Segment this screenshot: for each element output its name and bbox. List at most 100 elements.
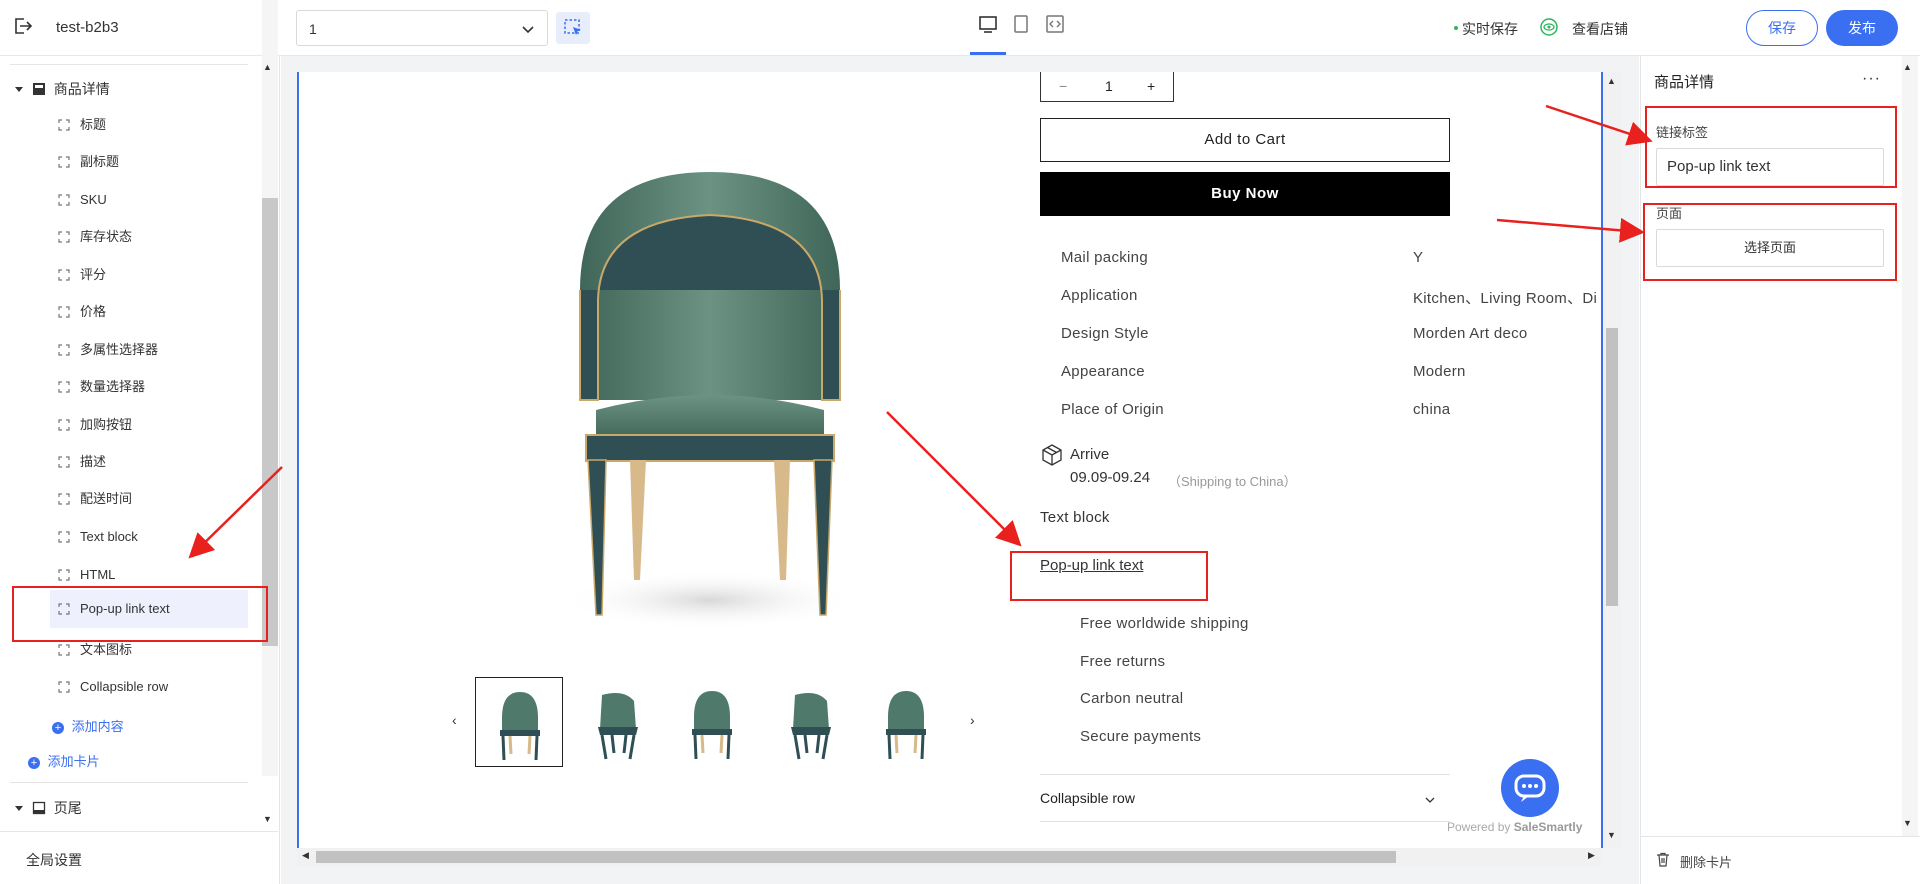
block-frame-icon xyxy=(58,644,70,656)
block-frame-icon xyxy=(58,194,70,206)
sidebar-block-label: 多属性选择器 xyxy=(80,342,159,357)
qty-value[interactable]: 1 xyxy=(1105,78,1113,94)
arrive-dates: 09.09-09.24 xyxy=(1070,469,1151,486)
add-content-link[interactable]: + 添加内容 xyxy=(52,716,124,735)
sidebar-block-item[interactable]: 配送时间 xyxy=(58,484,248,514)
scroll-left-arrow-icon[interactable]: ◀ xyxy=(302,850,309,861)
sidebar-block-item[interactable]: SKU xyxy=(58,185,248,215)
delete-card-button[interactable]: 删除卡片 xyxy=(1680,852,1732,871)
eye-icon xyxy=(1540,18,1558,36)
sidebar-block-item[interactable]: 描述 xyxy=(58,447,248,477)
product-thumbnail[interactable] xyxy=(765,677,853,767)
attribute-key: Mail packing xyxy=(1061,249,1148,266)
block-frame-icon xyxy=(58,419,70,431)
trash-icon[interactable] xyxy=(1656,852,1670,867)
block-frame-icon xyxy=(58,681,70,693)
left-bottom-divider xyxy=(0,831,278,832)
sidebar-block-label: 加购按钮 xyxy=(80,417,133,432)
sidebar-block-label: 副标题 xyxy=(80,154,120,169)
scroll-up-arrow-icon[interactable]: ▲ xyxy=(1903,62,1912,72)
block-frame-icon xyxy=(58,344,70,356)
product-thumbnail[interactable] xyxy=(475,677,563,767)
sidebar-block-label: 价格 xyxy=(80,304,107,319)
block-frame-icon xyxy=(58,493,70,505)
package-icon xyxy=(1042,444,1062,466)
chat-widget-button[interactable] xyxy=(1501,759,1559,817)
quantity-stepper[interactable]: − 1 + xyxy=(1040,72,1174,102)
left-top-divider xyxy=(10,64,248,65)
product-image[interactable] xyxy=(540,160,880,640)
attribute-key: Application xyxy=(1061,287,1138,304)
section-icon xyxy=(32,83,45,95)
sidebar-block-label: Collapsible row xyxy=(80,679,169,694)
product-details-section[interactable]: 商品详情 xyxy=(14,79,110,99)
feature-item: Free worldwide shipping xyxy=(1080,615,1249,632)
preview-vertical-scroll-thumb[interactable] xyxy=(1606,328,1618,606)
carousel-next-arrow[interactable]: › xyxy=(970,712,975,728)
product-thumbnail[interactable] xyxy=(668,677,756,767)
sidebar-block-item[interactable]: 库存状态 xyxy=(58,222,248,252)
attribute-value: china xyxy=(1413,401,1451,418)
block-frame-icon xyxy=(58,569,70,581)
exit-icon[interactable] xyxy=(10,14,34,38)
block-frame-icon xyxy=(58,381,70,393)
chevron-down-icon[interactable] xyxy=(1424,794,1436,806)
select-cursor-icon xyxy=(564,19,581,35)
product-thumbnail[interactable] xyxy=(572,677,660,767)
page-select-value: 1 xyxy=(309,21,317,37)
scroll-right-arrow-icon[interactable]: ▶ xyxy=(1588,850,1595,861)
add-to-cart-button[interactable]: Add to Cart xyxy=(1040,118,1450,162)
global-settings-link[interactable]: 全局设置 xyxy=(26,850,82,870)
scroll-up-arrow-icon[interactable]: ▲ xyxy=(263,62,272,72)
scroll-down-arrow-icon[interactable]: ▼ xyxy=(263,814,272,824)
collapsible-divider-bottom xyxy=(1040,821,1450,822)
autosave-label[interactable]: 实时保存 xyxy=(1462,19,1518,39)
caret-down-icon xyxy=(15,87,23,92)
chair-thumbnail-image xyxy=(598,693,638,760)
block-frame-icon xyxy=(58,119,70,131)
chair-thumbnail-image xyxy=(500,692,540,761)
sidebar-block-item[interactable]: Collapsible row xyxy=(58,672,248,702)
desktop-view-icon[interactable] xyxy=(977,13,999,35)
add-content-label: 添加内容 xyxy=(71,719,124,734)
product-thumbnail[interactable] xyxy=(862,677,950,767)
scroll-up-arrow-icon[interactable]: ▲ xyxy=(1607,76,1616,86)
sidebar-block-item[interactable]: 副标题 xyxy=(58,147,248,177)
sidebar-block-item[interactable]: 加购按钮 xyxy=(58,410,248,440)
view-store-link[interactable]: 查看店铺 xyxy=(1572,19,1628,39)
scroll-down-arrow-icon[interactable]: ▼ xyxy=(1903,818,1912,828)
attribute-value: Kitchen、Living Room、Di xyxy=(1413,290,1598,307)
element-picker-button[interactable] xyxy=(556,12,590,44)
top-bar: test-b2b3 1 实时保存 查看店铺 保存 发布 xyxy=(0,0,1920,56)
sidebar-block-item[interactable]: 价格 xyxy=(58,297,248,327)
publish-button[interactable]: 发布 xyxy=(1826,10,1898,46)
page-select[interactable]: 1 xyxy=(296,10,548,46)
buy-now-button[interactable]: Buy Now xyxy=(1040,172,1450,216)
sidebar-block-label: 库存状态 xyxy=(80,229,133,244)
add-card-label: 添加卡片 xyxy=(47,754,100,769)
more-options-icon[interactable]: ··· xyxy=(1862,70,1881,88)
left-scrollbar-thumb[interactable] xyxy=(262,198,278,646)
chair-thumbnail-image xyxy=(791,693,831,760)
sidebar-block-label: HTML xyxy=(80,567,116,582)
collapsible-row[interactable]: Collapsible row xyxy=(1040,790,1135,806)
settings-panel-scrollbar[interactable] xyxy=(1902,56,1918,836)
save-button[interactable]: 保存 xyxy=(1746,10,1818,46)
fullscreen-view-icon[interactable] xyxy=(1044,13,1066,35)
carousel-prev-arrow[interactable]: ‹ xyxy=(452,712,457,728)
sidebar-block-item[interactable]: 标题 xyxy=(58,110,248,140)
tablet-view-icon[interactable] xyxy=(1010,13,1032,35)
sidebar-block-item[interactable]: Text block xyxy=(58,522,248,552)
footer-icon xyxy=(32,801,46,815)
add-card-link[interactable]: + 添加卡片 xyxy=(28,751,100,770)
sidebar-block-item[interactable]: 多属性选择器 xyxy=(58,335,248,365)
sidebar-block-item[interactable]: 数量选择器 xyxy=(58,372,248,402)
scroll-down-arrow-icon[interactable]: ▼ xyxy=(1607,830,1616,840)
preview-horizontal-scroll-thumb[interactable] xyxy=(316,851,1396,863)
chat-bubble-icon xyxy=(1514,774,1546,802)
annotation-box-page xyxy=(1643,203,1897,281)
sidebar-block-item[interactable]: 评分 xyxy=(58,260,248,290)
footer-section[interactable]: 页尾 xyxy=(14,798,82,818)
qty-plus-button[interactable]: + xyxy=(1147,78,1155,94)
qty-minus-button[interactable]: − xyxy=(1059,78,1067,94)
